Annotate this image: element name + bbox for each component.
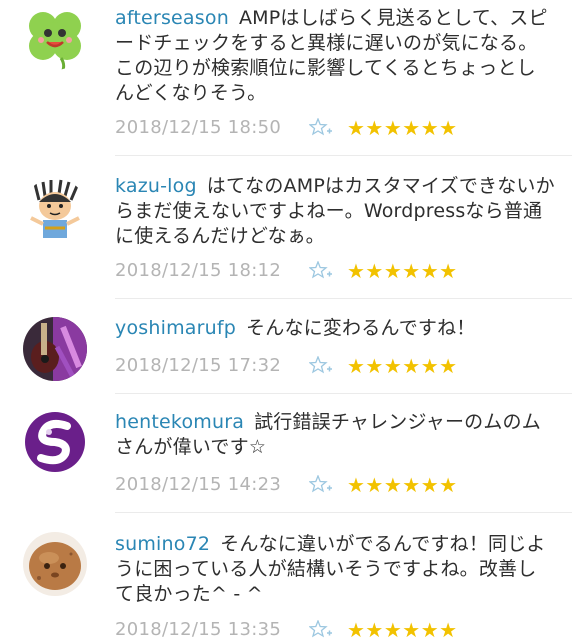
star-rating[interactable]: ★★★★★★ — [347, 114, 458, 142]
divider — [115, 298, 572, 299]
comment-timestamp[interactable]: 2018/12/15 18:12 — [115, 257, 281, 285]
comment-body: kazu-log はてなのAMPはカスタマイズできないからまだ使えないですよねー。… — [115, 174, 555, 249]
s-logo-avatar-icon[interactable] — [23, 410, 87, 474]
divider — [115, 393, 572, 394]
add-star-icon[interactable] — [309, 118, 333, 138]
comment-username[interactable]: hentekomura — [115, 411, 244, 433]
comment-username[interactable]: kazu-log — [115, 175, 197, 197]
clover-avatar-icon[interactable] — [23, 6, 87, 70]
comment-timestamp[interactable]: 2018/12/15 17:32 — [115, 352, 281, 380]
comment-meta: 2018/12/15 14:23 ★★★★★★ — [115, 471, 555, 499]
comment-timestamp[interactable]: 2018/12/15 18:50 — [115, 114, 281, 142]
comment-username[interactable]: afterseason — [115, 7, 229, 29]
add-star-icon[interactable] — [309, 356, 333, 376]
divider — [115, 512, 572, 513]
character-avatar-icon[interactable] — [23, 178, 87, 242]
comment-body: yoshimarufp そんなに変わるんですね！ — [115, 316, 555, 341]
comment-body: afterseason AMPはしばらく見送るとして、スピードチェックをすると異様… — [115, 6, 555, 106]
star-rating[interactable]: ★★★★★★ — [347, 257, 458, 285]
add-star-icon[interactable] — [309, 620, 333, 640]
guitar-photo-avatar-icon[interactable] — [23, 317, 87, 381]
comment-meta: 2018/12/15 18:50 ★★★★★★ — [115, 114, 555, 142]
comment-meta: 2018/12/15 17:32 ★★★★★★ — [115, 352, 555, 380]
comment-body: hentekomura 試行錯誤チャレンジャーのムのムさんが偉いです☆ — [115, 410, 555, 460]
add-star-icon[interactable] — [309, 475, 333, 495]
comment-text: そんなに変わるんですね！ — [246, 317, 476, 339]
comment-meta: 2018/12/15 18:12 ★★★★★★ — [115, 257, 555, 285]
comment-username[interactable]: yoshimarufp — [115, 317, 236, 339]
comment-username[interactable]: sumino72 — [115, 533, 210, 555]
star-rating[interactable]: ★★★★★★ — [347, 352, 458, 380]
comment-body: sumino72 そんなに違いがでるんですね！同じように困っている人が結構いそうで… — [115, 532, 555, 607]
potato-avatar-icon[interactable] — [23, 532, 87, 596]
add-star-icon[interactable] — [309, 261, 333, 281]
star-rating[interactable]: ★★★★★★ — [347, 471, 458, 499]
divider — [115, 155, 572, 156]
comment-timestamp[interactable]: 2018/12/15 14:23 — [115, 471, 281, 499]
